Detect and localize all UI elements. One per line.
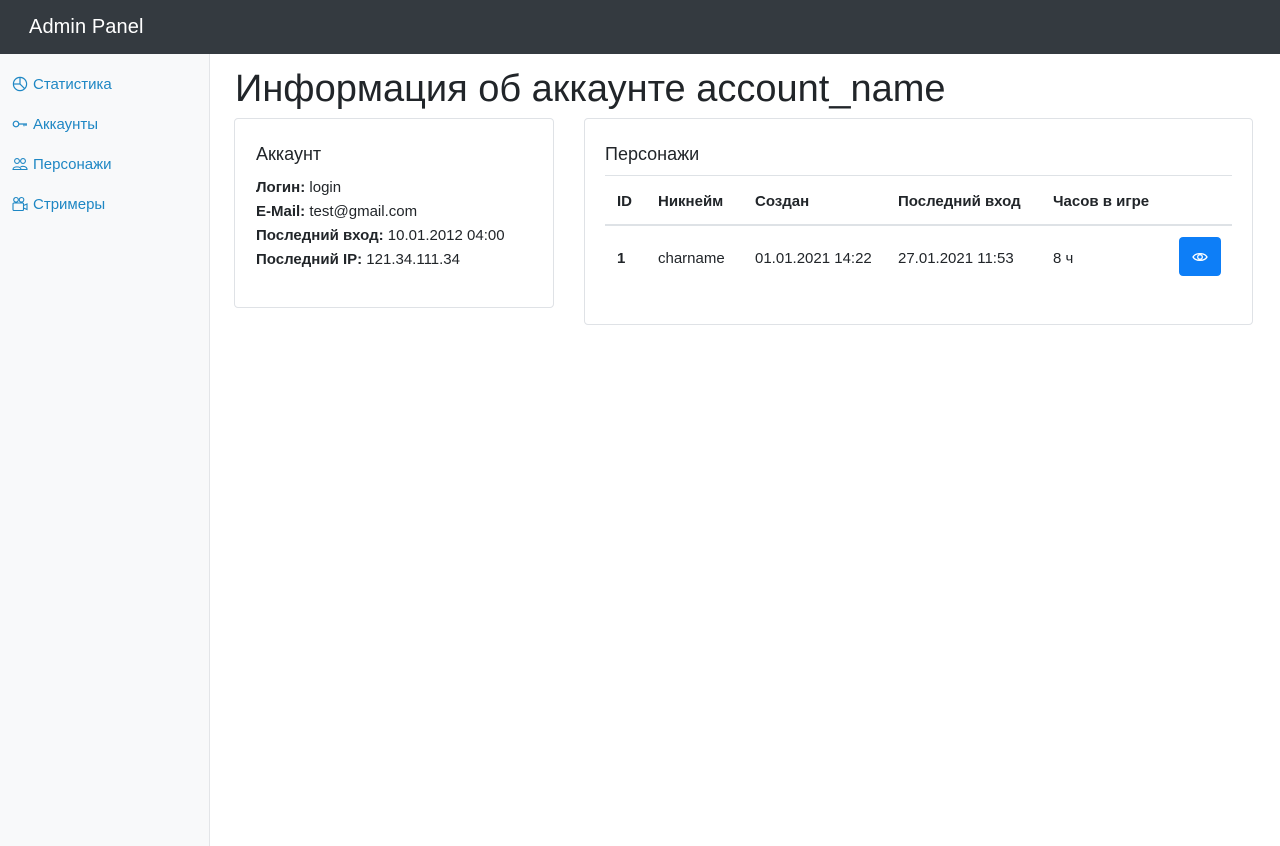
last-login-value: 10.01.2012 04:00 bbox=[387, 227, 505, 244]
pie-chart-icon bbox=[12, 76, 28, 92]
login-label: Логин: bbox=[256, 179, 306, 196]
last-ip-label: Последний IP: bbox=[256, 251, 363, 268]
column-header-nickname: Никнейм bbox=[658, 193, 724, 210]
camera-reels-icon bbox=[12, 196, 28, 212]
page-title: Информация об аккаунте account_name bbox=[235, 68, 946, 110]
brand-title[interactable]: Admin Panel bbox=[29, 16, 144, 39]
column-header-hours: Часов в игре bbox=[1053, 193, 1150, 210]
last-login-row: Последний вход: 10.01.2012 04:00 bbox=[256, 227, 505, 244]
sidebar-item-accounts[interactable]: Аккаунты bbox=[12, 113, 98, 135]
row-created: 01.01.2021 14:22 bbox=[755, 250, 872, 267]
row-hours: 8 ч bbox=[1053, 250, 1074, 267]
account-card: Аккаунт Логин: login E-Mail: test@gmail.… bbox=[234, 118, 554, 308]
row-nickname: charname bbox=[658, 250, 725, 267]
account-card-title: Аккаунт bbox=[256, 144, 322, 164]
column-header-id: ID bbox=[617, 193, 632, 210]
row-id: 1 bbox=[617, 250, 626, 267]
table-top-border bbox=[605, 175, 1232, 176]
characters-card-title: Персонажи bbox=[605, 144, 700, 164]
sidebar-item-label: Персонажи bbox=[33, 155, 112, 173]
email-value: test@gmail.com bbox=[309, 203, 418, 220]
top-navbar: Admin Panel bbox=[0, 0, 1280, 54]
view-character-button[interactable] bbox=[1179, 237, 1221, 276]
eye-icon bbox=[1192, 252, 1208, 261]
last-ip-row: Последний IP: 121.34.111.34 bbox=[256, 251, 460, 268]
sidebar-item-streamers[interactable]: Стримеры bbox=[12, 193, 105, 215]
email-row: E-Mail: test@gmail.com bbox=[256, 203, 417, 220]
sidebar-item-label: Стримеры bbox=[33, 195, 106, 213]
row-last-login: 27.01.2021 11:53 bbox=[898, 250, 1014, 267]
login-value: login bbox=[309, 179, 342, 196]
key-icon bbox=[12, 120, 27, 128]
sidebar-item-statistics[interactable]: Статистика bbox=[12, 73, 112, 95]
column-header-created: Создан bbox=[755, 193, 810, 210]
table-header-border bbox=[605, 224, 1232, 226]
sidebar-item-label: Статистика bbox=[33, 75, 112, 93]
people-icon bbox=[12, 158, 28, 171]
last-ip-value: 121.34.111.34 bbox=[366, 251, 460, 268]
login-row: Логин: login bbox=[256, 179, 341, 196]
sidebar-item-characters[interactable]: Персонажи bbox=[12, 153, 112, 175]
sidebar: Статистика Аккаунты Персонажи Стримеры bbox=[0, 54, 210, 846]
last-login-label: Последний вход: bbox=[256, 227, 384, 244]
column-header-last-login: Последний вход bbox=[898, 193, 1021, 210]
main-content: Информация об аккаунте account_name Акка… bbox=[210, 54, 1280, 846]
email-label: E-Mail: bbox=[256, 203, 306, 220]
sidebar-item-label: Аккаунты bbox=[33, 115, 99, 133]
characters-card: Персонажи ID Никнейм Создан Последний вх… bbox=[584, 118, 1253, 325]
